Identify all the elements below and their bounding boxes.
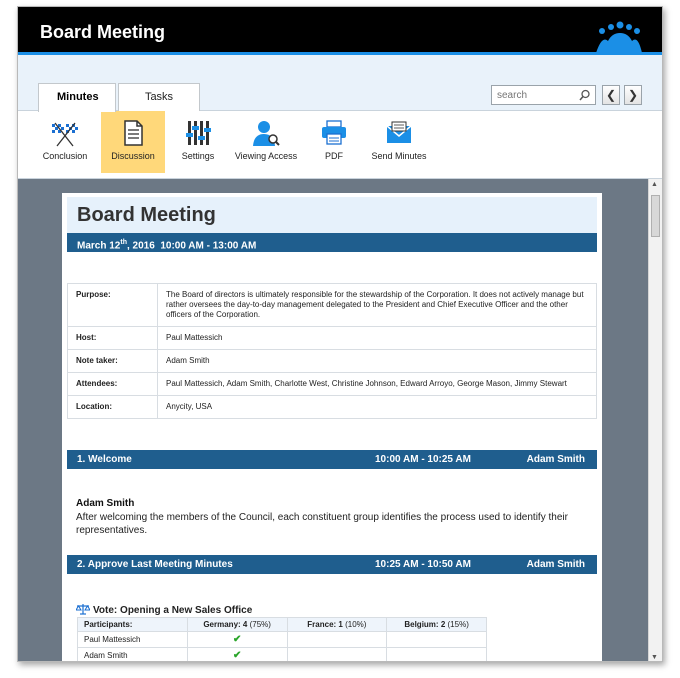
conclusion-label: Conclusion — [42, 151, 88, 161]
next-result-button[interactable]: ❯ — [624, 85, 642, 105]
envelope-icon — [386, 121, 412, 143]
location-label: Location: — [67, 395, 158, 419]
vote-cell — [286, 647, 388, 661]
scroll-down-arrow-icon[interactable]: ▼ — [651, 654, 658, 661]
participants-header: Participants: — [77, 617, 188, 632]
location-value: Anycity, USA — [157, 395, 597, 419]
send-minutes-button[interactable]: Send Minutes — [366, 111, 432, 173]
search-box — [491, 85, 596, 105]
agenda-owner: Adam Smith — [526, 559, 585, 570]
scales-icon — [75, 604, 91, 615]
pdf-button[interactable]: PDF — [302, 111, 366, 173]
vote-cell — [386, 631, 487, 648]
vote-cell — [286, 631, 388, 648]
participant-name: Paul Mattessich — [77, 631, 188, 648]
minutes-page: Board Meeting March 12th, 2016 10:00 AM … — [62, 193, 602, 661]
chevron-left-icon: ❮ — [605, 88, 617, 102]
discussion-button[interactable]: Discussion — [101, 111, 165, 173]
checkmark-icon: ✔ — [186, 631, 288, 648]
table-row: Host: Paul Mattessich — [67, 326, 597, 350]
germany-header: Germany: 4 (75%) — [186, 617, 288, 632]
meeting-date: March 12th, 2016 10:00 AM - 13:00 AM — [77, 239, 257, 252]
document-viewport[interactable]: Board Meeting March 12th, 2016 10:00 AM … — [18, 179, 648, 661]
table-row: Paul Mattessich ✔ — [77, 631, 487, 648]
agenda-item-welcome[interactable]: 1. Welcome 10:00 AM - 10:25 AM Adam Smit… — [67, 450, 597, 469]
previous-result-button[interactable]: ❮ — [602, 85, 620, 105]
vote-table: Participants: Germany: 4 (75%) France: 1… — [77, 617, 487, 661]
agenda-title: 1. Welcome — [77, 454, 132, 465]
france-header: France: 1 (10%) — [286, 617, 388, 632]
note-taker-value: Adam Smith — [157, 349, 597, 373]
agenda-owner: Adam Smith — [526, 454, 585, 465]
sliders-icon — [186, 121, 211, 145]
attendees-label: Attendees: — [67, 372, 158, 396]
scrollbar-thumb[interactable] — [651, 195, 660, 237]
settings-label: Settings — [181, 151, 215, 161]
search-input[interactable] — [492, 86, 574, 104]
document-icon — [124, 120, 143, 146]
purpose-label: Purpose: — [67, 283, 158, 327]
attendees-value: Paul Mattessich, Adam Smith, Charlotte W… — [157, 372, 597, 396]
send-minutes-label: Send Minutes — [371, 151, 427, 161]
purpose-value: The Board of directors is ultimately res… — [157, 283, 597, 327]
document-header: Board Meeting — [67, 197, 597, 233]
agenda-time: 10:25 AM - 10:50 AM — [375, 559, 471, 570]
title-bar: Board Meeting — [18, 7, 662, 55]
agenda-time: 10:00 AM - 10:25 AM — [375, 454, 471, 465]
document-title: Board Meeting — [77, 204, 216, 226]
people-logo-icon — [596, 21, 642, 53]
vote-heading: Vote: Opening a New Sales Office — [75, 603, 253, 616]
checkered-flags-icon — [52, 122, 78, 147]
host-value: Paul Mattessich — [157, 326, 597, 350]
viewing-access-label: Viewing Access — [234, 151, 298, 161]
vote-title: Vote: Opening a New Sales Office — [93, 605, 253, 616]
table-row: Purpose: The Board of directors is ultima… — [67, 283, 597, 327]
tab-tasks[interactable]: Tasks — [118, 83, 200, 111]
printer-icon — [322, 120, 346, 145]
speaker-name: Adam Smith — [76, 498, 135, 509]
table-row: Note taker: Adam Smith — [67, 349, 597, 373]
toolbar: Conclusion Discussion Settings Viewing A… — [18, 111, 662, 179]
agenda-title: 2. Approve Last Meeting Minutes — [77, 559, 233, 570]
tab-strip: Minutes Tasks ❮ ❯ — [18, 55, 662, 112]
settings-button[interactable]: Settings — [166, 111, 230, 173]
search-icon[interactable] — [579, 89, 591, 101]
scroll-up-arrow-icon[interactable]: ▲ — [651, 181, 658, 188]
app-title: Board Meeting — [40, 22, 166, 42]
vertical-scrollbar[interactable]: ▲ ▼ — [648, 179, 662, 661]
discussion-label: Discussion — [111, 151, 155, 161]
chevron-right-icon: ❯ — [627, 88, 639, 102]
note-taker-label: Note taker: — [67, 349, 158, 373]
app-window: Board Meeting Minutes Tasks ❮ ❯ — [17, 6, 663, 662]
vote-cell — [386, 647, 487, 661]
table-row: Location: Anycity, USA — [67, 395, 597, 419]
table-row: Adam Smith ✔ — [77, 647, 487, 661]
user-search-icon — [253, 121, 280, 146]
table-row: Participants: Germany: 4 (75%) France: 1… — [77, 617, 487, 632]
participant-name: Adam Smith — [77, 647, 188, 661]
meeting-info-table: Purpose: The Board of directors is ultima… — [67, 283, 597, 419]
viewing-access-button[interactable]: Viewing Access — [232, 111, 300, 173]
welcome-text: After welcoming the members of the Counc… — [76, 512, 568, 536]
tab-minutes[interactable]: Minutes — [38, 83, 116, 112]
pdf-label: PDF — [325, 151, 343, 161]
agenda-item-approve-minutes[interactable]: 2. Approve Last Meeting Minutes 10:25 AM… — [67, 555, 597, 574]
table-row: Attendees: Paul Mattessich, Adam Smith, C… — [67, 372, 597, 396]
conclusion-button[interactable]: Conclusion — [33, 111, 97, 173]
belgium-header: Belgium: 2 (15%) — [386, 617, 487, 632]
meeting-date-bar: March 12th, 2016 10:00 AM - 13:00 AM — [67, 233, 597, 252]
checkmark-icon: ✔ — [186, 647, 288, 661]
host-label: Host: — [67, 326, 158, 350]
